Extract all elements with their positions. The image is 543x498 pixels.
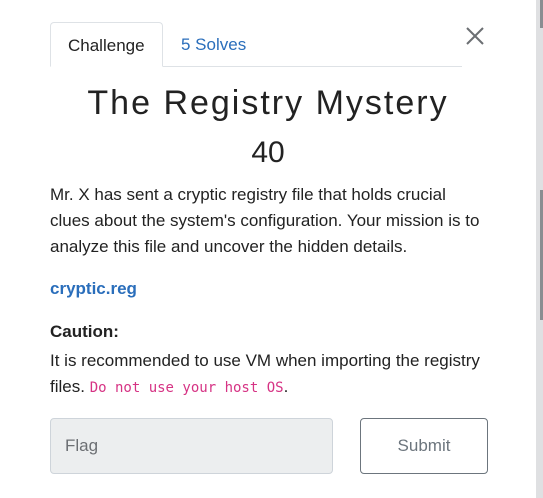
caution-text: It is recommended to use VM when importi…	[50, 348, 496, 401]
file-download-link[interactable]: cryptic.reg	[50, 279, 137, 299]
close-icon	[466, 27, 484, 45]
challenge-points: 40	[251, 136, 285, 169]
challenge-title: The Registry Mystery	[87, 84, 449, 122]
challenge-description: Mr. X has sent a cryptic registry file t…	[50, 185, 480, 256]
flag-input[interactable]	[50, 418, 333, 474]
page-scrollbar[interactable]	[536, 0, 543, 498]
caution-period: .	[283, 377, 289, 396]
challenge-tabs: Challenge 5 Solves	[50, 22, 462, 67]
submit-button[interactable]: Submit	[360, 418, 488, 474]
close-button[interactable]	[463, 24, 487, 48]
caution-code: Do not use your host OS	[89, 380, 284, 396]
challenge-modal: Challenge 5 Solves The Registry Mystery …	[0, 0, 536, 498]
caution-heading: Caution:	[50, 322, 119, 341]
tab-challenge[interactable]: Challenge	[50, 22, 163, 67]
tab-solves[interactable]: 5 Solves	[164, 22, 263, 66]
